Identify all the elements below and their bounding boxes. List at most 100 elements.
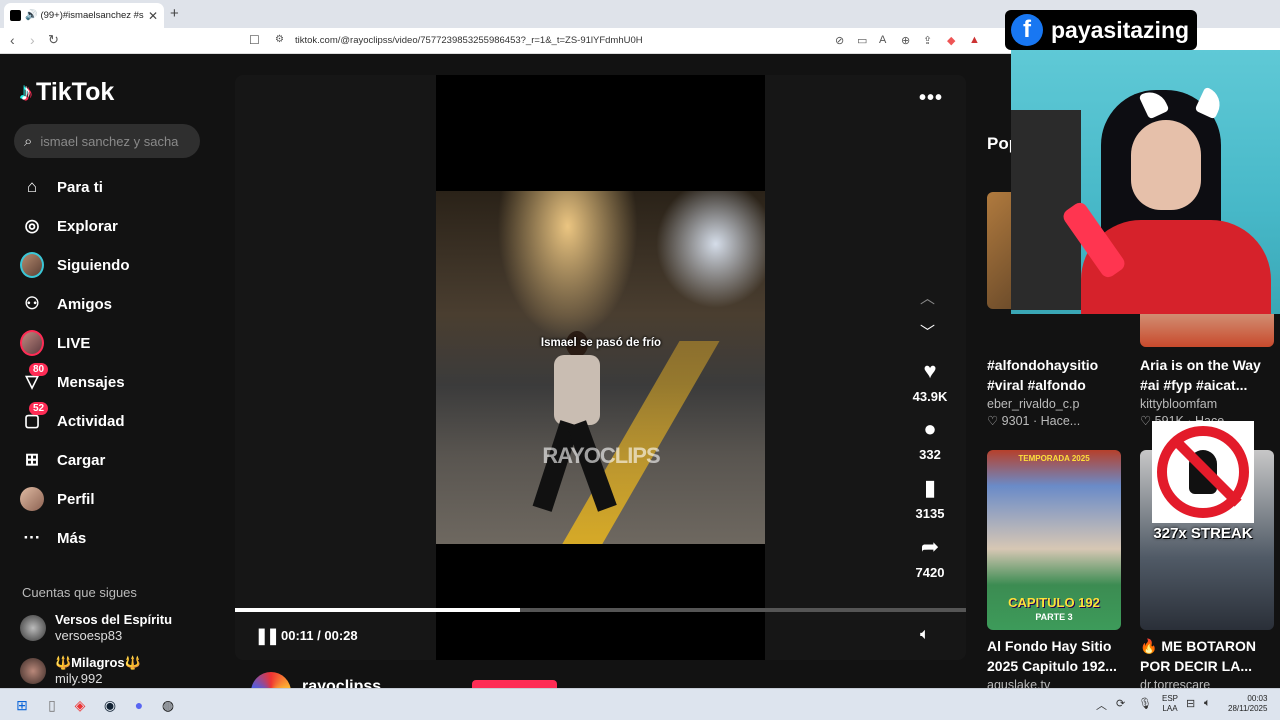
live-avatar [20, 330, 44, 356]
facebook-banner: f payasitazing [1005, 10, 1198, 50]
streamer-name: payasitazing [1051, 16, 1190, 43]
messages-icon: ▽ 80 [20, 363, 49, 394]
video-player[interactable]: Ismael se pasó de frío RAYOCLIPS ••• ︿ ﹀… [235, 75, 966, 660]
bookmark-icon[interactable]: ☐ [249, 33, 260, 47]
video-watermark: RAYOCLIPS [542, 443, 660, 468]
clock-date: 28/11/2025 [1228, 704, 1268, 713]
brave-browser-icon[interactable]: ◈ [70, 695, 90, 715]
author-avatar[interactable] [251, 672, 291, 688]
app-icon[interactable]: ◍ [158, 695, 178, 715]
followed-account[interactable]: Versos del Espíritu versoesp83 [20, 612, 172, 644]
brave-shield-icon[interactable]: ◆ [947, 34, 955, 47]
like-count: 43.9K [912, 389, 948, 404]
card-description: Aria is on the Way #ai #fyp #aicat... [1140, 357, 1261, 393]
sidebar: ♪ TikTok ⌕ ismael sanchez y sacha ⌂ Para… [0, 54, 215, 688]
share-button[interactable]: ➦ 7420 [905, 534, 955, 581]
language-indicator[interactable]: ESP LAA [1162, 694, 1178, 714]
facebook-icon: f [1011, 14, 1043, 46]
follow-button[interactable] [472, 680, 557, 688]
speaker-icon[interactable]: 🔊 [25, 10, 37, 21]
brave-rewards-icon[interactable]: ▲ [969, 34, 980, 46]
video-frame[interactable]: Ismael se pasó de frío RAYOCLIPS [436, 191, 765, 544]
card-author: kittybloomfam [1140, 397, 1218, 411]
upload-icon: ⊞ [24, 450, 40, 469]
nav-explorar[interactable]: ◎ Explorar [20, 211, 118, 241]
lang-code: ESP [1162, 694, 1179, 703]
chevron-down-icon[interactable]: ﹀ [920, 321, 935, 342]
compass-icon: ◎ [24, 216, 40, 235]
nav-live[interactable]: LIVE [20, 328, 90, 358]
profile-avatar [20, 487, 44, 511]
reload-icon[interactable]: ↻ [48, 32, 59, 48]
nav-label: LIVE [57, 334, 91, 352]
video-card[interactable]: TEMPORADA 2025 CAPITULO 192 PARTE 3 Al F… [987, 450, 1121, 692]
friends-icon: ⚇ [24, 294, 40, 313]
nav-mensajes[interactable]: ▽ 80 Mensajes [20, 363, 125, 397]
nav-label: Cargar [57, 451, 106, 469]
sync-icon[interactable]: ⟳ [1116, 697, 1125, 710]
video-thumbnail: TEMPORADA 2025 CAPITULO 192 PARTE 3 [987, 450, 1121, 630]
back-icon[interactable]: ‹ [10, 32, 15, 48]
nav-actividad[interactable]: ▢ 52 Actividad [20, 402, 125, 436]
nav-amigos[interactable]: ⚇ Amigos [20, 289, 112, 319]
save-button[interactable]: ▮ 3135 [905, 475, 955, 522]
tiktok-favicon-icon [10, 10, 21, 21]
mic-icon[interactable]: 🎙︎ [1138, 697, 1152, 710]
network-icon[interactable]: ⊟ [1186, 697, 1195, 710]
windows-start-icon[interactable]: ⊞ [12, 695, 32, 715]
followed-account[interactable]: 🔱Milagros🔱 mily.992 [20, 655, 141, 687]
clock[interactable]: 00:03 28/11/2025 [1228, 694, 1267, 714]
search-input[interactable]: ⌕ ismael sanchez y sacha [14, 124, 200, 158]
nav-label: Amigos [57, 295, 113, 313]
account-name: 🔱Milagros🔱 [55, 655, 141, 670]
more-options-icon[interactable]: ••• [919, 87, 943, 110]
cast-icon[interactable]: ▭ [857, 34, 867, 47]
search-placeholder: ismael sanchez y sacha [40, 133, 179, 149]
address-bar[interactable]: tiktok.com/@rayoclipss/video/75772398532… [295, 35, 643, 46]
account-handle: mily.992 [55, 671, 103, 686]
avatar [20, 615, 46, 641]
nav-siguiendo[interactable]: Siguiendo [20, 250, 130, 280]
thumb-chapter: CAPITULO 192 [1008, 595, 1100, 610]
tiktok-note-icon: ♪ [20, 78, 32, 106]
tiktok-logo[interactable]: ♪ TikTok [20, 78, 114, 107]
browser-tab[interactable]: 🔊 (99+)#ismaelsanchez #sachas... ✕ [4, 3, 164, 28]
no-tracking-icon[interactable]: ⊘ [835, 34, 844, 47]
nav-para-ti[interactable]: ⌂ Para ti [20, 172, 103, 202]
more-icon: ··· [23, 528, 41, 547]
site-info-icon[interactable]: ⚙ [275, 34, 284, 45]
volume-icon[interactable]: 🔈︎ [920, 626, 930, 644]
zoom-icon[interactable]: ⊕ [901, 34, 910, 47]
speaker-icon[interactable]: 🔈︎ [1204, 697, 1211, 710]
author-row: rayoclipss [235, 666, 966, 688]
like-button[interactable]: ♥ 43.9K [905, 359, 955, 405]
activity-badge: 52 [29, 402, 49, 415]
nav-mas[interactable]: ··· Más [20, 523, 87, 553]
steam-icon[interactable]: ◉ [100, 695, 120, 715]
nav-cargar[interactable]: ⊞ Cargar [20, 445, 105, 475]
home-icon: ⌂ [26, 177, 38, 196]
video-caption: Ismael se pasó de frío [540, 337, 662, 349]
comment-button[interactable]: ● 332 [905, 417, 955, 463]
author-name[interactable]: rayoclipss [302, 678, 381, 688]
share-count: 7420 [915, 565, 945, 580]
translate-icon[interactable]: A [879, 34, 886, 46]
windows-taskbar: ⊞ ▯ ◈ ◉ ● ◍ ︿ ⟳ 🎙︎ ESP LAA ⊟ 🔈︎ 00:03 28… [0, 688, 1280, 720]
share-icon[interactable]: ⇪ [923, 34, 932, 47]
progress-bar[interactable] [235, 608, 966, 612]
share-arrow-icon: ➦ [920, 534, 940, 559]
close-tab-icon[interactable]: ✕ [148, 9, 158, 23]
chevron-up-icon[interactable]: ︿ [1096, 697, 1107, 713]
forward-icon[interactable]: › [30, 32, 35, 48]
progress-fill [235, 608, 521, 612]
new-tab-button[interactable]: + [170, 5, 179, 22]
nav-perfil[interactable]: Perfil [20, 484, 95, 514]
avatar [20, 658, 46, 684]
bookmark-icon: ▮ [923, 475, 937, 500]
pause-icon[interactable]: ❚❚ [255, 626, 280, 646]
file-icon[interactable]: ▯ [42, 695, 62, 715]
discord-icon[interactable]: ● [129, 695, 149, 715]
chevron-up-icon[interactable]: ︿ [920, 287, 935, 308]
save-count: 3135 [915, 506, 945, 521]
messages-badge: 80 [29, 363, 49, 376]
